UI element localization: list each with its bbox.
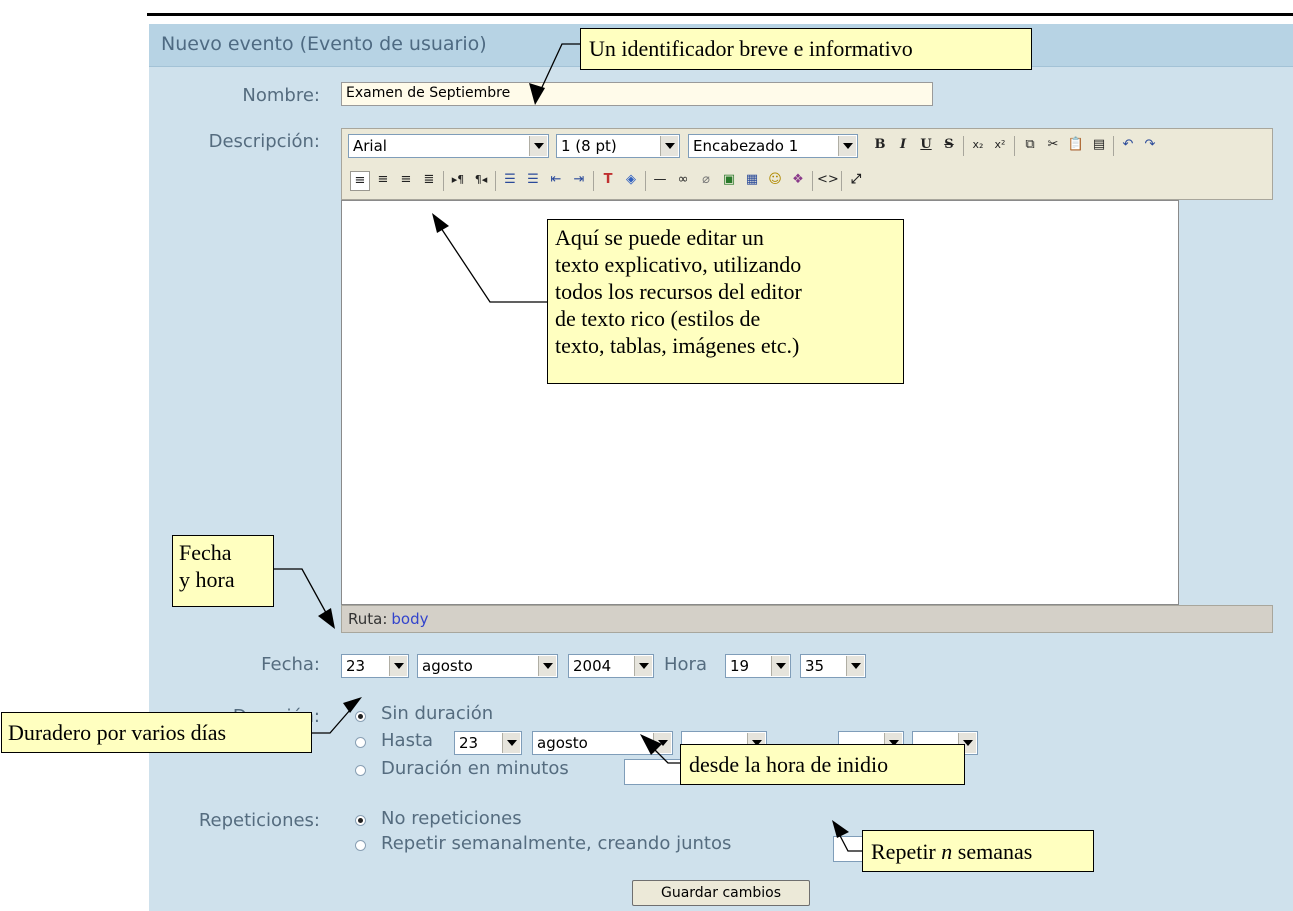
date-leader-line: [274, 568, 331, 621]
arrowhead-icon: [640, 734, 662, 755]
arrowhead-icon: [343, 697, 362, 713]
arrowhead-icon: [832, 820, 849, 838]
editor-leader-line: [436, 221, 547, 303]
arrowhead-icon: [318, 608, 335, 629]
callout-arrows: [274, 43, 862, 852]
arrowhead-icon: [432, 213, 449, 233]
